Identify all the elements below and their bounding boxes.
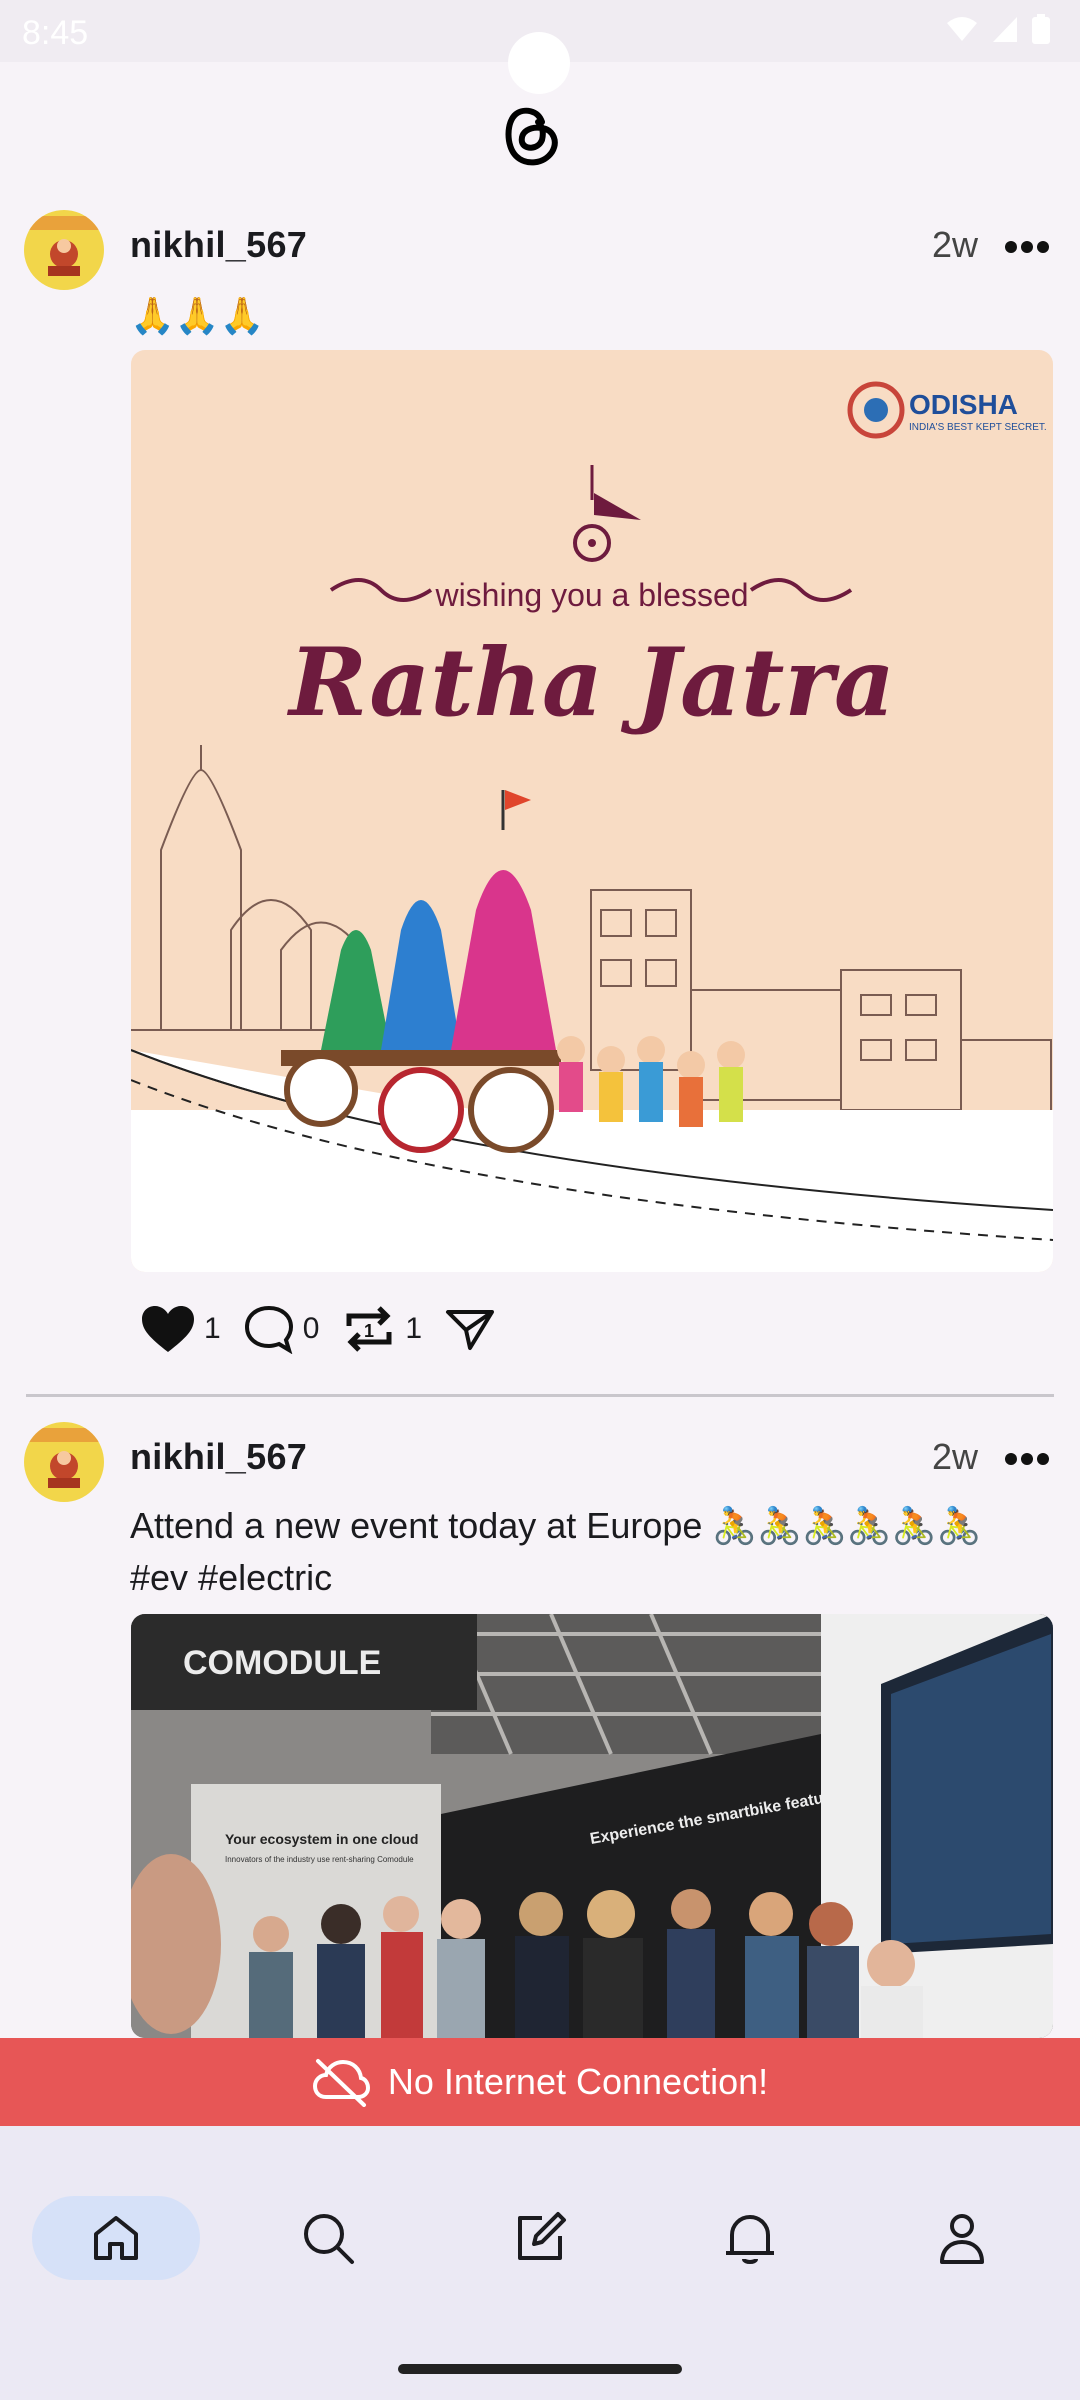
like-count: 1 (204, 1312, 221, 1345)
repost-count: 1 (405, 1312, 423, 1345)
nav-notifications[interactable] (690, 2196, 810, 2280)
nav-compose[interactable] (480, 2196, 600, 2280)
chariots-illustration (281, 790, 561, 1153)
avatar[interactable] (24, 210, 104, 290)
status-icons (946, 14, 1050, 44)
post-image[interactable]: COMODULE Your ecosystem in one cloud Inn… (131, 1614, 1053, 2038)
post-actions: 1 0 1 1 (140, 1304, 518, 1354)
odisha-logo: ODISHA INDIA'S BEST KEPT SECRET. (847, 381, 1047, 439)
caption-line-1: Attend a new event today at Europe 🚴🚴🚴🚴🚴… (130, 1505, 982, 1546)
logo-title: ODISHA (909, 389, 1018, 420)
nav-home[interactable] (32, 2196, 200, 2280)
home-icon (94, 2216, 138, 2260)
username[interactable]: nikhil_567 (130, 224, 307, 266)
username[interactable]: nikhil_567 (130, 1436, 307, 1478)
status-time: 8:45 (22, 14, 89, 52)
signal-icon (993, 17, 1017, 42)
search-icon (304, 2214, 354, 2264)
heart-icon (142, 1306, 194, 1352)
battery-icon (1032, 14, 1050, 44)
nav-profile[interactable] (902, 2196, 1022, 2280)
post-caption: Attend a new event today at Europe 🚴🚴🚴🚴🚴… (130, 1500, 1010, 1604)
send-icon (446, 1310, 495, 1350)
more-options-icon[interactable] (1004, 222, 1050, 262)
poster-title: Ratha Jatra (286, 628, 895, 738)
reply-button[interactable]: 0 (243, 1304, 320, 1354)
share-button[interactable] (444, 1306, 496, 1352)
threads-logo-icon[interactable] (498, 100, 562, 168)
brand-sign: COMODULE (183, 1644, 381, 1682)
bell-icon (726, 2215, 774, 2264)
nav-search[interactable] (268, 2196, 388, 2280)
repost-icon: 1 (346, 1306, 392, 1352)
wall-sub: Innovators of the industry use rent-shar… (225, 1855, 414, 1864)
comment-icon (244, 1305, 293, 1354)
post-time: 2w (931, 224, 978, 265)
compose-icon (518, 2212, 566, 2260)
cloud-off-icon (312, 2059, 370, 2107)
home-gesture-pill[interactable] (398, 2364, 682, 2374)
logo-tagline: INDIA'S BEST KEPT SECRET. (909, 422, 1047, 433)
post-divider (26, 1394, 1054, 1397)
post-image[interactable]: ODISHA INDIA'S BEST KEPT SECRET. wishing… (131, 350, 1053, 1272)
more-options-icon[interactable] (1004, 1434, 1050, 1474)
repost-button[interactable]: 1 1 (341, 1304, 422, 1354)
like-button[interactable]: 1 (140, 1304, 221, 1354)
wifi-icon (947, 17, 977, 41)
wall-text: Your ecosystem in one cloud (225, 1831, 418, 1847)
bottom-nav (0, 2126, 1080, 2336)
profile-icon (940, 2214, 984, 2264)
reply-count: 0 (302, 1312, 320, 1345)
post-caption: 🙏🙏🙏 (130, 295, 265, 336)
banner-text: No Internet Connection! (387, 2061, 769, 2102)
avatar[interactable] (24, 1422, 104, 1502)
greeting-text: wishing you a blessed (434, 577, 748, 613)
no-internet-banner: No Internet Connection! (0, 2038, 1080, 2126)
camera-cutout (508, 32, 570, 94)
post-time: 2w (931, 1436, 978, 1477)
svg-text:1: 1 (364, 1321, 374, 1341)
caption-hashtags[interactable]: #ev #electric (130, 1552, 1010, 1604)
